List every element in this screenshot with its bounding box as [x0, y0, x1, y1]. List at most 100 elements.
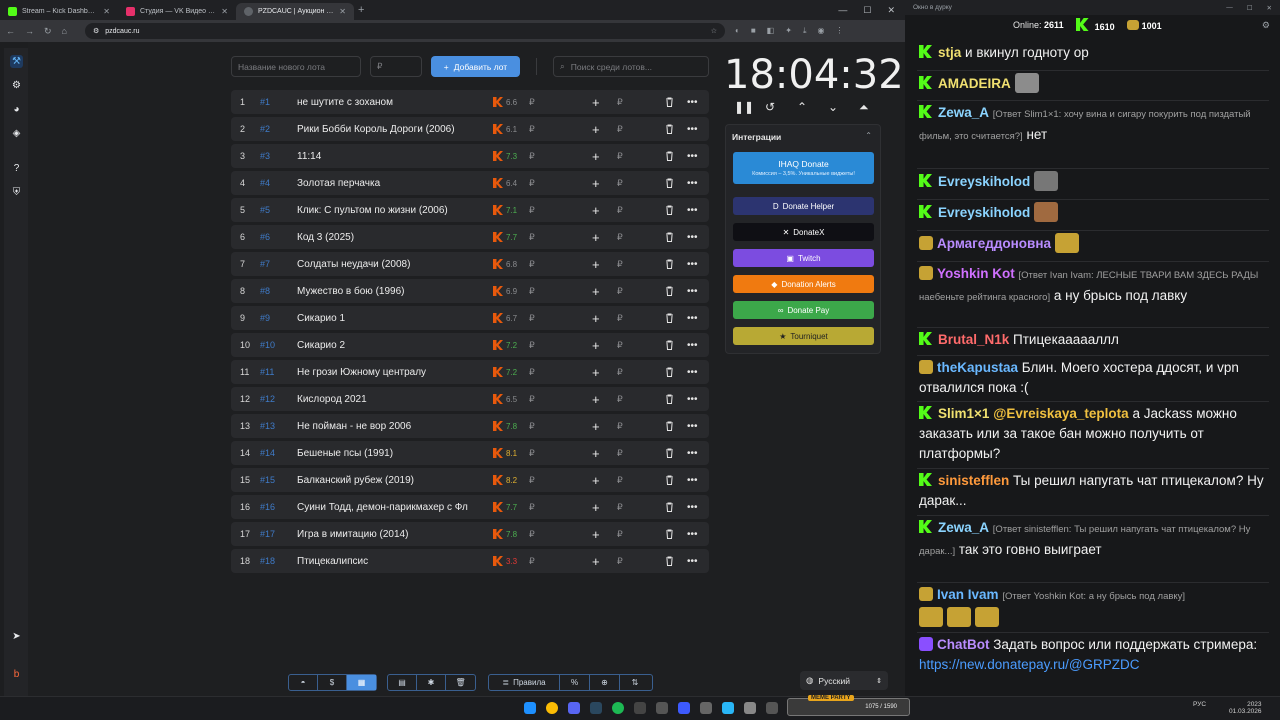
chat-username[interactable]: stja [938, 45, 961, 60]
add-amount-icon[interactable]: + [592, 122, 600, 137]
lot-row[interactable]: 16 #16 Суини Тодд, демон-парикмахер с Фл 7.… [231, 495, 709, 519]
kinopoisk-rating[interactable]: 6.7 [493, 313, 517, 323]
add-amount-icon[interactable]: + [592, 203, 600, 218]
more-options-icon[interactable]: ••• [687, 151, 698, 162]
more-options-icon[interactable]: ••• [687, 421, 698, 432]
delete-icon[interactable] [665, 394, 674, 404]
add-amount-icon[interactable]: + [592, 338, 600, 353]
lot-row[interactable]: 13 #13 Не пойман - не вор 2006 7.8 ₽ + ₽ ••• [231, 414, 709, 438]
kinopoisk-rating[interactable]: 6.6 [493, 97, 517, 107]
lot-title[interactable]: Код 3 (2025) [297, 232, 477, 243]
add-amount-icon[interactable]: + [592, 230, 600, 245]
delete-icon[interactable] [665, 421, 674, 431]
lot-id[interactable]: #2 [260, 124, 270, 134]
kinopoisk-rating[interactable]: 7.2 [493, 367, 517, 377]
add-amount-icon[interactable]: + [592, 284, 600, 299]
maximize-icon[interactable]: ☐ [1247, 4, 1253, 12]
reload-icon[interactable]: ↻ [44, 26, 52, 37]
extension-icon[interactable]: ■ [751, 26, 756, 36]
kinopoisk-rating[interactable]: 8.1 [493, 448, 517, 458]
lot-add-amount[interactable]: ₽ [617, 151, 623, 162]
lot-row[interactable]: 2 #2 Рики Бобби Король Дороги (2006) 6.1 ₽ + ₽… [231, 117, 709, 141]
lot-add-amount[interactable]: ₽ [617, 394, 623, 405]
bookmark-star-icon[interactable]: ☆ [711, 27, 717, 35]
delete-icon[interactable] [665, 232, 674, 242]
more-options-icon[interactable]: ••• [687, 286, 698, 297]
lot-row[interactable]: 10 #10 Сикарио 2 7.2 ₽ + ₽ ••• [231, 333, 709, 357]
close-tab-icon[interactable]: ✕ [221, 7, 228, 16]
add-amount-icon[interactable]: + [592, 257, 600, 272]
new-tab-icon[interactable]: + [358, 4, 364, 16]
delete-icon[interactable] [665, 151, 674, 161]
url-field[interactable]: ⚙ pzdcauc.ru ☆ [84, 23, 725, 39]
discord-icon[interactable] [568, 702, 580, 714]
kinopoisk-rating[interactable]: 7.1 [493, 205, 517, 215]
more-options-icon[interactable]: ••• [687, 529, 698, 540]
lot-add-amount[interactable]: ₽ [617, 421, 623, 432]
chrome-icon[interactable] [546, 702, 558, 714]
percent-button[interactable]: % [560, 675, 590, 690]
kinopoisk-rating[interactable]: 6.1 [493, 124, 517, 134]
lot-add-amount[interactable]: ₽ [617, 502, 623, 513]
forward-icon[interactable]: → [25, 26, 34, 36]
delete-icon[interactable] [665, 475, 674, 485]
add-amount-icon[interactable]: + [592, 149, 600, 164]
kinopoisk-rating[interactable]: 7.7 [493, 502, 517, 512]
lot-add-amount[interactable]: ₽ [617, 232, 623, 243]
lot-id[interactable]: #17 [260, 529, 275, 539]
bug-icon[interactable]: ✱ [417, 675, 447, 690]
settings-gear-icon[interactable]: ⚙ [10, 79, 23, 92]
lot-name-input[interactable]: Название нового лота [231, 56, 361, 77]
reset-timer-icon[interactable]: ↺ [765, 100, 775, 114]
app-icon[interactable] [656, 702, 668, 714]
chat-username[interactable]: AMADEIRA [938, 76, 1011, 91]
browser-tab-pzdcauc[interactable]: PZDCAUC | Аукцион для стри...✕ [236, 3, 354, 20]
chat-username[interactable]: Армагеддоновна [937, 236, 1051, 251]
add-amount-icon[interactable]: + [592, 527, 600, 542]
split-icon[interactable]: ⊕ [590, 675, 620, 690]
more-options-icon[interactable]: ••• [687, 259, 698, 270]
add-amount-icon[interactable]: + [592, 311, 600, 326]
delete-icon[interactable] [665, 367, 674, 377]
kinopoisk-rating[interactable]: 7.3 [493, 151, 517, 161]
add-amount-icon[interactable]: + [592, 176, 600, 191]
lot-title[interactable]: Солдаты неудачи (2008) [297, 259, 477, 270]
more-options-icon[interactable]: ••• [687, 178, 698, 189]
delete-icon[interactable] [665, 124, 674, 134]
lot-add-amount[interactable]: ₽ [617, 529, 623, 540]
add-amount-icon[interactable]: + [592, 473, 600, 488]
shield-icon[interactable]: ⛨ [10, 186, 23, 199]
delete-icon[interactable] [665, 313, 674, 323]
donate-helper-button[interactable]: D Donate Helper [733, 197, 874, 215]
more-options-icon[interactable]: ••• [687, 448, 698, 459]
chat-username[interactable]: Ivan Ivam [937, 587, 999, 602]
tourniquet-button[interactable]: ★ Tourniquet [733, 327, 874, 345]
rules-button[interactable]: ≣ Правила [489, 675, 560, 690]
lot-id[interactable]: #8 [260, 286, 270, 296]
home-icon[interactable]: ⌂ [62, 26, 67, 36]
lot-title[interactable]: Клик: С пультом по жизни (2006) [297, 205, 477, 216]
delete-icon[interactable] [665, 178, 674, 188]
app-icon[interactable] [700, 702, 712, 714]
lot-title[interactable]: 11:14 [297, 151, 477, 162]
add-amount-icon[interactable]: + [592, 500, 600, 515]
lot-id[interactable]: #15 [260, 475, 275, 485]
lot-id[interactable]: #11 [260, 367, 274, 377]
chat-username[interactable]: Yoshkin Kot [937, 266, 1015, 281]
lot-row[interactable]: 6 #6 Код 3 (2025) 7.7 ₽ + ₽ ••• [231, 225, 709, 249]
close-tab-icon[interactable]: ✕ [339, 7, 346, 16]
telegram-icon[interactable]: ➤ [10, 630, 23, 643]
add-lot-button[interactable]: + Добавить лот [431, 56, 520, 77]
github-icon[interactable]: ◓ [289, 675, 319, 690]
lot-add-amount[interactable]: ₽ [617, 205, 623, 216]
lot-row[interactable]: 4 #4 Золотая перчачка 6.4 ₽ + ₽ ••• [231, 171, 709, 195]
lot-add-amount[interactable]: ₽ [617, 556, 623, 567]
lot-id[interactable]: #5 [260, 205, 270, 215]
lot-row[interactable]: 9 #9 Сикарио 1 6.7 ₽ + ₽ ••• [231, 306, 709, 330]
more-options-icon[interactable]: ••• [687, 367, 698, 378]
lot-id[interactable]: #18 [260, 556, 275, 566]
table-view-icon[interactable]: ▦ [347, 675, 377, 690]
boosty-icon[interactable]: b [10, 668, 23, 681]
lot-id[interactable]: #14 [260, 448, 275, 458]
lot-id[interactable]: #16 [260, 502, 275, 512]
